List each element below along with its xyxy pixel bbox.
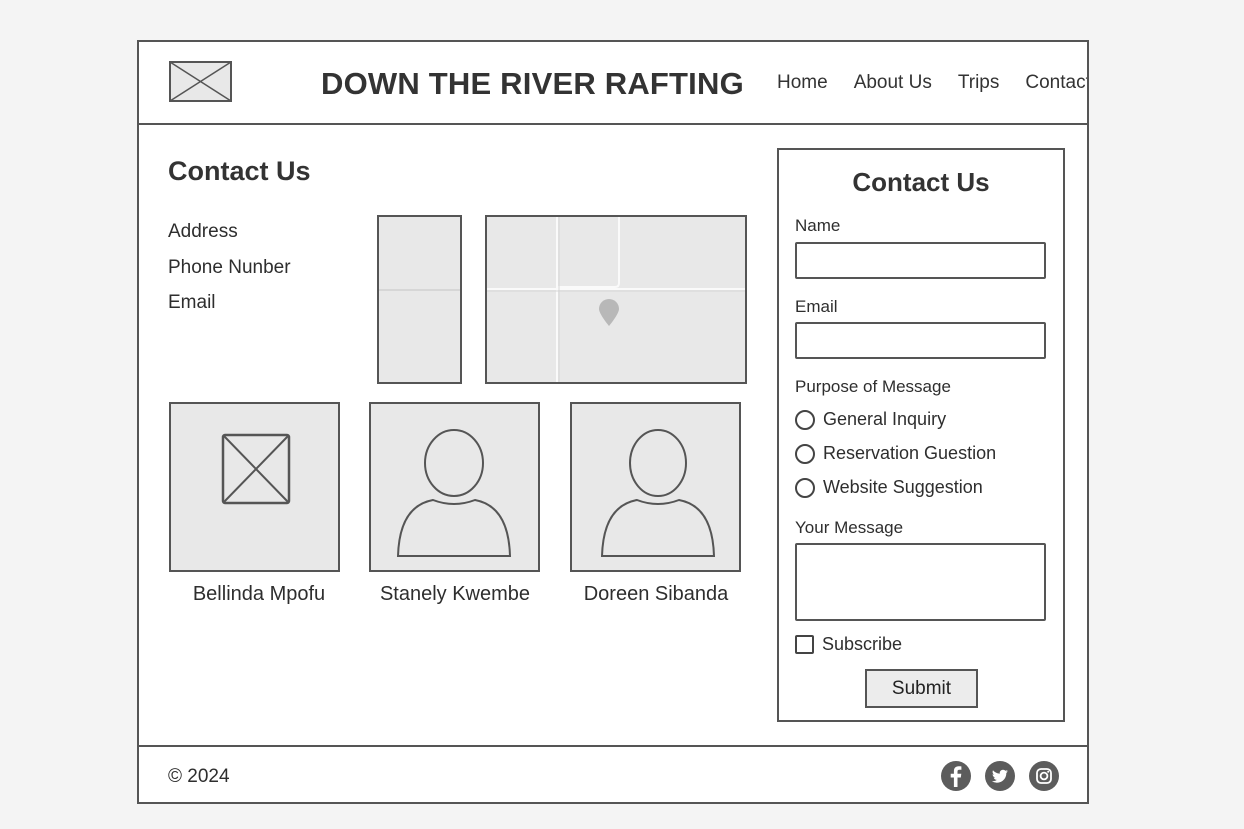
- nav-trips[interactable]: Trips: [958, 72, 1000, 94]
- nav-contact[interactable]: Contact: [1025, 72, 1087, 94]
- image-grid-lines: [379, 289, 460, 291]
- team-member-name: Stanely Kwembe: [379, 583, 531, 605]
- nav-about-us[interactable]: About Us: [854, 72, 932, 94]
- image-placeholder: [377, 215, 462, 384]
- instagram-icon[interactable]: [1029, 761, 1059, 791]
- team-member-name: Doreen Sibanda: [583, 583, 729, 605]
- radio-circle[interactable]: [795, 443, 815, 464]
- copyright: © 2024: [168, 766, 230, 787]
- facebook-glyph: [950, 766, 962, 787]
- person-silhouette-icon: [396, 429, 512, 557]
- team-member-name: Bellinda Mpofu: [192, 583, 326, 605]
- nav-home[interactable]: Home: [777, 72, 828, 94]
- contact-info: Address Phone Nunber Email: [168, 214, 291, 321]
- email-label: Email: [168, 292, 216, 313]
- radio-label: General Inquiry: [823, 409, 947, 429]
- team-card-avatar: [369, 402, 540, 572]
- subscribe-label: Subscribe: [822, 634, 903, 654]
- phone-label: Phone Nunber: [168, 256, 291, 278]
- radio-label: Reservation Guestion: [823, 443, 997, 463]
- radio-website-suggestion[interactable]: Website Suggestion: [795, 477, 983, 498]
- form-title: Contact Us: [852, 167, 990, 197]
- site-footer: © 2024: [139, 745, 1087, 802]
- twitter-glyph: [991, 769, 1008, 783]
- instagram-glyph: [1036, 768, 1052, 784]
- person-silhouette-icon: [600, 429, 716, 557]
- team-card-avatar: [570, 402, 741, 572]
- map-placeholder[interactable]: [485, 215, 747, 384]
- subscribe-checkbox-row[interactable]: Subscribe: [795, 634, 902, 655]
- radio-reservation-question[interactable]: Reservation Guestion: [795, 443, 996, 464]
- team-card-image: [169, 402, 340, 572]
- submit-button[interactable]: Submit: [865, 669, 978, 708]
- address-label: Address: [168, 221, 238, 242]
- subscribe-checkbox[interactable]: [795, 635, 814, 654]
- purpose-label: Purpose of Message: [795, 377, 951, 396]
- page-frame: DOWN THE RIVER RAFTING Home About Us Tri…: [137, 40, 1089, 804]
- logo-placeholder-icon: [169, 61, 232, 102]
- radio-circle[interactable]: [795, 477, 815, 498]
- site-header: DOWN THE RIVER RAFTING Home About Us Tri…: [139, 42, 1087, 125]
- email-input[interactable]: [795, 322, 1046, 359]
- email-label: Email: [795, 297, 838, 316]
- page-title: Contact Us: [168, 156, 311, 186]
- name-label: Name: [795, 216, 841, 235]
- radio-circle[interactable]: [795, 409, 815, 430]
- message-label: Your Message: [795, 518, 904, 537]
- name-input[interactable]: [795, 242, 1046, 279]
- image-placeholder-icon: [221, 433, 291, 505]
- map-pin-icon: [599, 299, 619, 326]
- radio-general-inquiry[interactable]: General Inquiry: [795, 409, 946, 430]
- twitter-icon[interactable]: [985, 761, 1015, 791]
- main-nav: Home About Us Trips Contact: [777, 72, 1087, 94]
- facebook-icon[interactable]: [941, 761, 971, 791]
- site-title: DOWN THE RIVER RAFTING: [321, 66, 744, 101]
- message-textarea[interactable]: [795, 543, 1046, 621]
- radio-label: Website Suggestion: [823, 477, 983, 497]
- contact-form: Contact Us Name Email Purpose of Message…: [777, 148, 1065, 722]
